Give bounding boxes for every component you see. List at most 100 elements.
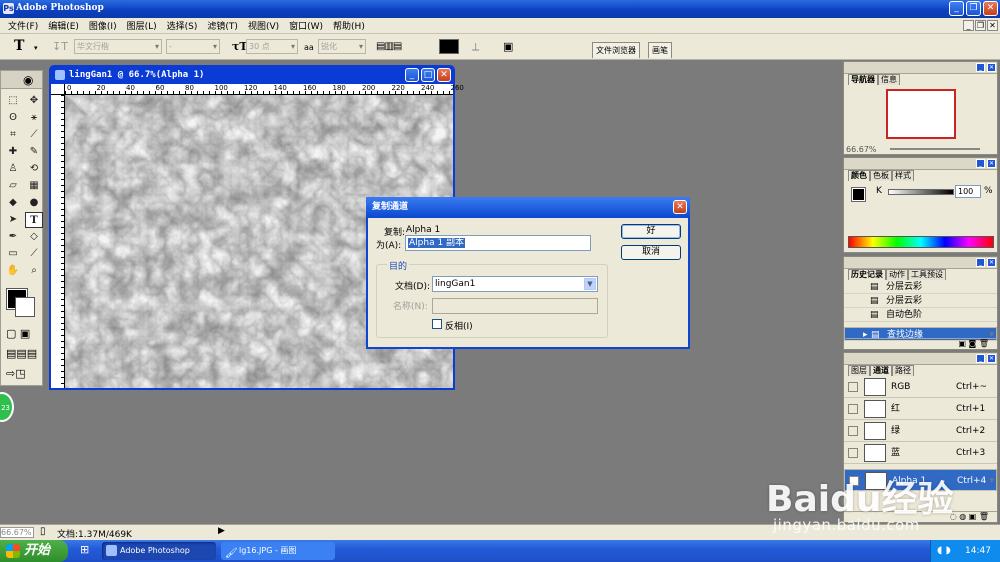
navigator-thumbnail[interactable] xyxy=(886,89,956,139)
taskbar-paint[interactable]: 🖌 lg16.JPG - 画图 xyxy=(221,542,335,560)
zoom-tool-icon[interactable]: ⌕ xyxy=(25,263,43,279)
pen-tool-icon[interactable]: ✒ xyxy=(4,229,22,245)
healing-brush-tool-icon[interactable]: ✚ xyxy=(4,144,22,160)
eye-logo-icon[interactable]: ◉ xyxy=(23,73,33,87)
doc-minimize-button[interactable]: _ xyxy=(963,20,974,31)
text-color-swatch[interactable] xyxy=(439,39,459,54)
history-footer-icons[interactable]: ▣ ◙ 🗑 xyxy=(844,338,997,349)
antialias-select[interactable]: 锐化 xyxy=(318,39,366,54)
history-palette-header[interactable]: _ ✕ xyxy=(844,257,997,269)
menu-file[interactable]: 文件(F) xyxy=(3,19,43,32)
doc-restore-button[interactable]: ❐ xyxy=(975,20,986,31)
warp-text-icon[interactable]: ⟂ xyxy=(472,40,479,54)
palette-close-icon[interactable]: ✕ xyxy=(987,159,996,168)
font-family-select[interactable]: 华文行楷 xyxy=(74,39,162,54)
close-button[interactable]: ✕ xyxy=(983,1,998,16)
visibility-toggle-icon[interactable] xyxy=(848,382,858,392)
crop-tool-icon[interactable]: ⌗ xyxy=(4,127,22,143)
tab-history[interactable]: 历史记录 xyxy=(848,269,886,280)
tab-styles[interactable]: 样式 xyxy=(892,170,914,181)
cancel-button[interactable]: 取消 xyxy=(621,245,681,260)
taskbar-photoshop[interactable]: Adobe Photoshop xyxy=(102,542,216,560)
notes-tool-icon[interactable]: ▭ xyxy=(4,246,22,262)
tab-info[interactable]: 信息 xyxy=(878,74,900,85)
clone-stamp-tool-icon[interactable]: ♙ xyxy=(4,161,22,177)
start-button[interactable]: 开始 xyxy=(0,540,68,562)
font-style-select[interactable]: - xyxy=(166,39,220,54)
preset-dropdown-arrow-icon[interactable]: ▾ xyxy=(34,44,38,52)
channel-row[interactable]: 蓝 Ctrl+3 xyxy=(844,442,997,464)
visibility-toggle-icon[interactable] xyxy=(848,448,858,458)
dodge-tool-icon[interactable]: ● xyxy=(25,195,43,211)
align-buttons-icon[interactable]: ▤▥▤ xyxy=(376,41,402,52)
hand-tool-icon[interactable]: ✋ xyxy=(4,263,22,279)
palette-minimize-icon[interactable]: _ xyxy=(976,258,985,267)
tab-color[interactable]: 颜色 xyxy=(848,170,870,181)
status-menu-arrow-icon[interactable]: ▶ xyxy=(218,526,225,536)
shape-tool-icon[interactable]: ◇ xyxy=(25,229,43,245)
tab-brushes[interactable]: 画笔 xyxy=(648,42,672,58)
restore-button[interactable]: ❐ xyxy=(966,1,981,16)
history-item[interactable]: 分层云彩 ▤ xyxy=(844,280,997,294)
palette-minimize-icon[interactable]: _ xyxy=(976,354,985,363)
as-name-input[interactable]: Alpha 1 副本 xyxy=(405,235,591,251)
doc-window-close-button[interactable]: ✕ xyxy=(437,68,451,82)
navigator-palette-header[interactable]: _ ✕ xyxy=(844,62,997,74)
doc-close-button[interactable]: ✕ xyxy=(987,20,998,31)
k-value-input[interactable]: 100 xyxy=(955,185,981,198)
tab-tool-presets[interactable]: 工具预设 xyxy=(908,269,946,280)
minimize-button[interactable]: _ xyxy=(949,1,964,16)
palette-close-icon[interactable]: ✕ xyxy=(987,354,996,363)
ok-button[interactable]: 好 xyxy=(621,224,681,239)
lasso-tool-icon[interactable]: ʘ xyxy=(4,110,22,126)
font-size-select[interactable]: 30 点 xyxy=(246,39,298,54)
status-zoom[interactable]: 66.67% xyxy=(0,527,34,538)
palette-minimize-icon[interactable]: _ xyxy=(976,63,985,72)
chevron-down-icon[interactable]: ▼ xyxy=(584,278,596,290)
magic-wand-tool-icon[interactable]: ⚹ xyxy=(25,110,43,126)
doc-window-maximize-button[interactable]: □ xyxy=(421,68,435,82)
dialog-close-button[interactable]: ✕ xyxy=(673,200,687,214)
palette-close-icon[interactable]: ✕ xyxy=(987,63,996,72)
menu-window[interactable]: 窗口(W) xyxy=(284,19,328,32)
zoom-slider[interactable] xyxy=(890,148,980,150)
menu-help[interactable]: 帮助(H) xyxy=(328,19,370,32)
channel-row[interactable]: RGB Ctrl+~ xyxy=(844,376,997,398)
ruler-origin[interactable] xyxy=(51,84,65,95)
palette-close-icon[interactable]: ✕ xyxy=(987,258,996,267)
channel-row[interactable]: 绿 Ctrl+2 xyxy=(844,420,997,442)
tray-icons[interactable]: ◖ ◗ xyxy=(937,540,951,562)
channel-row[interactable]: 红 Ctrl+1 xyxy=(844,398,997,420)
k-slider[interactable] xyxy=(888,189,954,195)
history-item[interactable]: 分层云彩 ▤ xyxy=(844,294,997,308)
tab-swatches[interactable]: 色板 xyxy=(870,170,892,181)
visibility-toggle-icon[interactable] xyxy=(848,404,858,414)
blur-tool-icon[interactable]: ◆ xyxy=(4,195,22,211)
menu-filter[interactable]: 滤镜(T) xyxy=(202,19,243,32)
color-ramp[interactable] xyxy=(848,236,994,248)
menu-view[interactable]: 视图(V) xyxy=(243,19,284,32)
eyedropper-tool-icon[interactable]: ⟋ xyxy=(25,246,43,262)
quick-mask-icons[interactable]: ▢ ▣ xyxy=(6,327,30,340)
orientation-toggle-icon[interactable]: ↧T xyxy=(52,40,68,53)
history-item[interactable]: 自动色阶 ▤ xyxy=(844,308,997,322)
navigator-zoom[interactable]: 66.67% xyxy=(846,145,877,154)
color-palette-header[interactable]: _ ✕ xyxy=(844,158,997,170)
palette-minimize-icon[interactable]: _ xyxy=(976,159,985,168)
document-select[interactable]: lingGan1 ▼ xyxy=(432,276,598,292)
history-brush-tool-icon[interactable]: ⟲ xyxy=(25,161,43,177)
tab-actions[interactable]: 动作 xyxy=(886,269,908,280)
type-tool-icon[interactable]: T xyxy=(25,212,43,228)
doc-window-minimize-button[interactable]: _ xyxy=(405,68,419,82)
vertical-ruler[interactable] xyxy=(51,95,65,388)
color-fg-swatch[interactable] xyxy=(851,187,866,202)
type-tool-preset-icon[interactable]: T xyxy=(14,38,24,54)
menu-image[interactable]: 图像(I) xyxy=(84,19,122,32)
name-input[interactable] xyxy=(432,298,598,314)
channels-palette-header[interactable]: _ ✕ xyxy=(844,353,997,365)
path-selection-tool-icon[interactable]: ➤ xyxy=(4,212,22,228)
brush-tool-icon[interactable]: ✎ xyxy=(25,144,43,160)
tab-navigator[interactable]: 导航器 xyxy=(848,74,878,85)
tab-layers[interactable]: 图层 xyxy=(848,365,870,376)
palettes-toggle-icon[interactable]: ▣ xyxy=(503,40,513,53)
